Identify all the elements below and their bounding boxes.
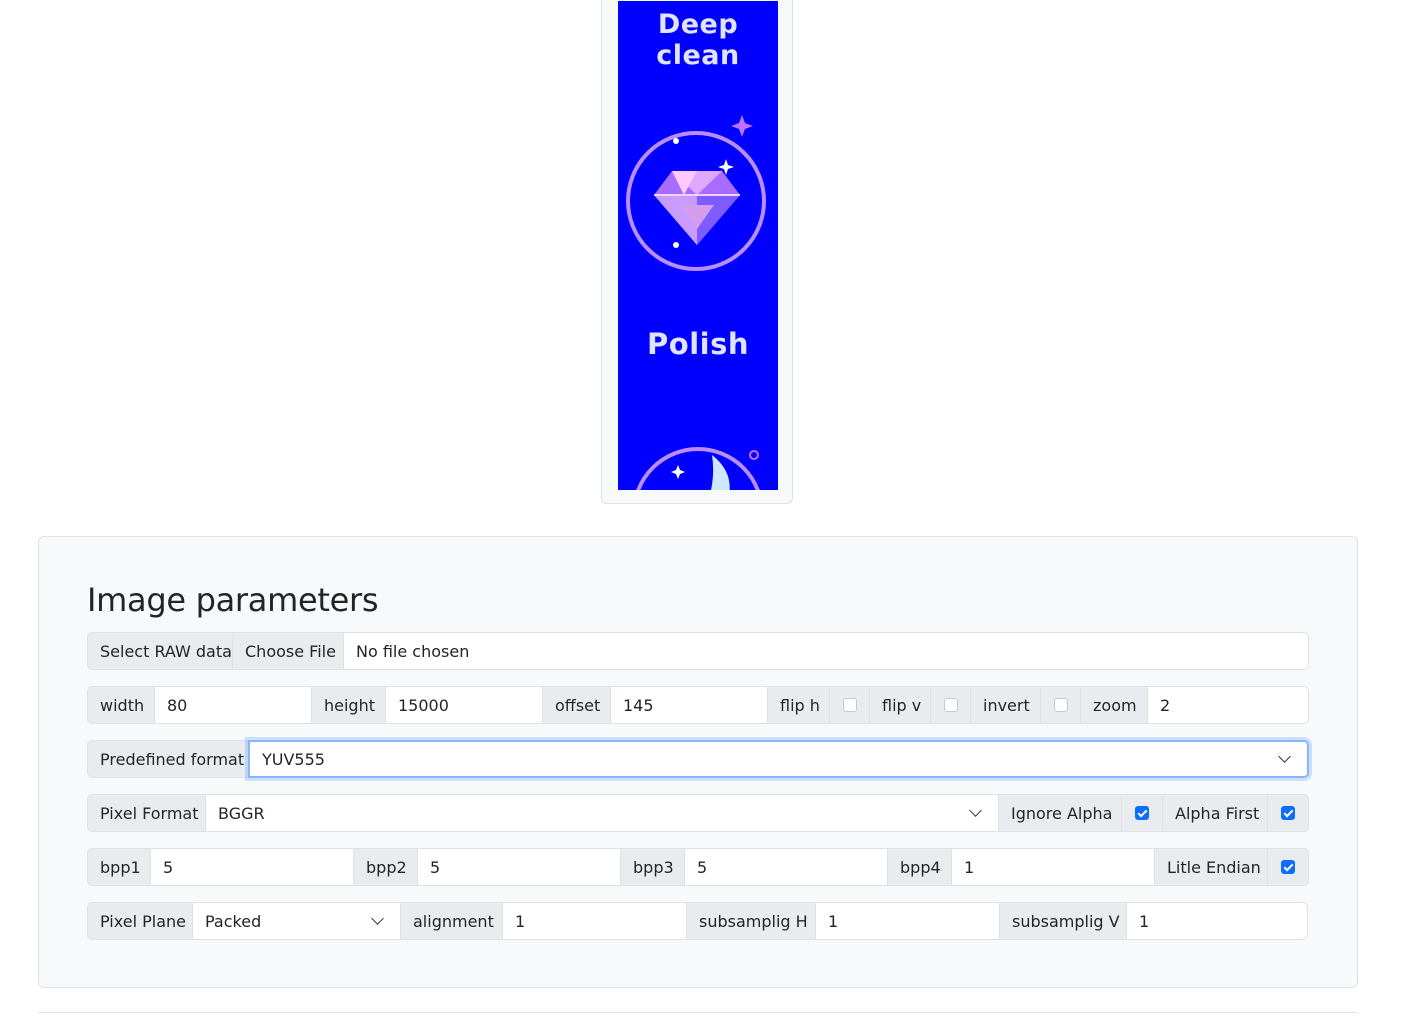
- file-row: Select RAW data Choose File No file chos…: [87, 632, 1309, 670]
- height-label: height: [311, 686, 386, 724]
- zoom-label: zoom: [1080, 686, 1148, 724]
- invert-label: invert: [970, 686, 1041, 724]
- bpp1-label: bpp1: [87, 848, 151, 886]
- flip-h-label: flip h: [767, 686, 830, 724]
- image-parameters-panel: Image parameters Select RAW data Choose …: [38, 536, 1358, 988]
- width-input[interactable]: 80: [154, 686, 312, 724]
- bpp4-label: bpp4: [887, 848, 952, 886]
- diamond-icon: [626, 115, 766, 271]
- pixel-plane-row: Pixel Plane Packed alignment 1 subsampli…: [87, 902, 1308, 940]
- alpha-first-label: Alpha First: [1162, 794, 1268, 832]
- file-status-text: No file chosen: [343, 632, 1309, 670]
- pixel-plane-value: Packed: [205, 911, 262, 931]
- divider: [38, 1012, 1358, 1013]
- flip-h-cell: [829, 686, 870, 724]
- bpp1-input[interactable]: 5: [150, 848, 354, 886]
- ignore-alpha-cell: [1121, 794, 1163, 832]
- pixel-format-select[interactable]: BGGR: [205, 794, 999, 832]
- image-preview-frame: Deep clean Polish: [601, 0, 793, 504]
- invert-checkbox[interactable]: [1053, 698, 1068, 712]
- bpp4-input[interactable]: 1: [951, 848, 1155, 886]
- pixel-plane-label: Pixel Plane: [87, 902, 193, 940]
- alpha-first-cell: [1267, 794, 1309, 832]
- chevron-down-icon: [371, 912, 384, 925]
- invert-cell: [1040, 686, 1081, 724]
- subsampling-v-input[interactable]: 1: [1126, 902, 1308, 940]
- select-raw-data-label: Select RAW data: [87, 632, 233, 670]
- zoom-input[interactable]: 2: [1147, 686, 1309, 724]
- chevron-down-icon: [1278, 750, 1291, 763]
- little-endian-label: Litle Endian: [1154, 848, 1268, 886]
- width-label: width: [87, 686, 155, 724]
- offset-input[interactable]: 145: [610, 686, 768, 724]
- bpp2-input[interactable]: 5: [417, 848, 621, 886]
- ignore-alpha-checkbox[interactable]: [1135, 806, 1149, 820]
- preview-text-polish: Polish: [647, 327, 749, 361]
- predefined-format-value: YUV555: [262, 749, 325, 769]
- flip-v-label: flip v: [869, 686, 931, 724]
- bpp2-label: bpp2: [353, 848, 418, 886]
- pixel-format-row: Pixel Format BGGR Ignore Alpha Alpha Fir…: [87, 794, 1309, 832]
- little-endian-checkbox[interactable]: [1281, 860, 1295, 874]
- predefined-format-select[interactable]: YUV555: [248, 740, 1309, 778]
- subsampling-h-input[interactable]: 1: [815, 902, 1000, 940]
- dimensions-row: width 80 height 15000 offset 145 flip h …: [87, 686, 1309, 724]
- alignment-input[interactable]: 1: [502, 902, 687, 940]
- subsampling-v-label: subsamplig V: [999, 902, 1127, 940]
- flip-v-checkbox[interactable]: [943, 698, 958, 712]
- bpp-row: bpp1 5 bpp2 5 bpp3 5 bpp4 1 Litle Endian: [87, 848, 1309, 886]
- pixel-format-label: Pixel Format: [87, 794, 206, 832]
- panel-title: Image parameters: [87, 581, 379, 619]
- little-endian-cell: [1267, 848, 1309, 886]
- choose-file-button[interactable]: Choose File: [232, 632, 344, 670]
- alpha-first-checkbox[interactable]: [1281, 806, 1295, 820]
- bpp3-label: bpp3: [620, 848, 685, 886]
- chevron-down-icon: [969, 804, 982, 817]
- preview-text-deep-clean: Deep clean: [656, 9, 740, 71]
- offset-label: offset: [542, 686, 611, 724]
- pixel-format-value: BGGR: [218, 803, 265, 823]
- moon-icon: [636, 447, 760, 490]
- predefined-format-label: Predefined format: [87, 740, 249, 778]
- height-input[interactable]: 15000: [385, 686, 543, 724]
- predefined-format-row: Predefined format YUV555: [87, 740, 1309, 778]
- ignore-alpha-label: Ignore Alpha: [998, 794, 1122, 832]
- pixel-plane-select[interactable]: Packed: [192, 902, 401, 940]
- flip-v-cell: [930, 686, 971, 724]
- flip-h-checkbox[interactable]: [842, 698, 857, 712]
- subsampling-h-label: subsamplig H: [686, 902, 816, 940]
- bpp3-input[interactable]: 5: [684, 848, 888, 886]
- image-preview-canvas: Deep clean Polish: [618, 1, 778, 490]
- alignment-label: alignment: [400, 902, 503, 940]
